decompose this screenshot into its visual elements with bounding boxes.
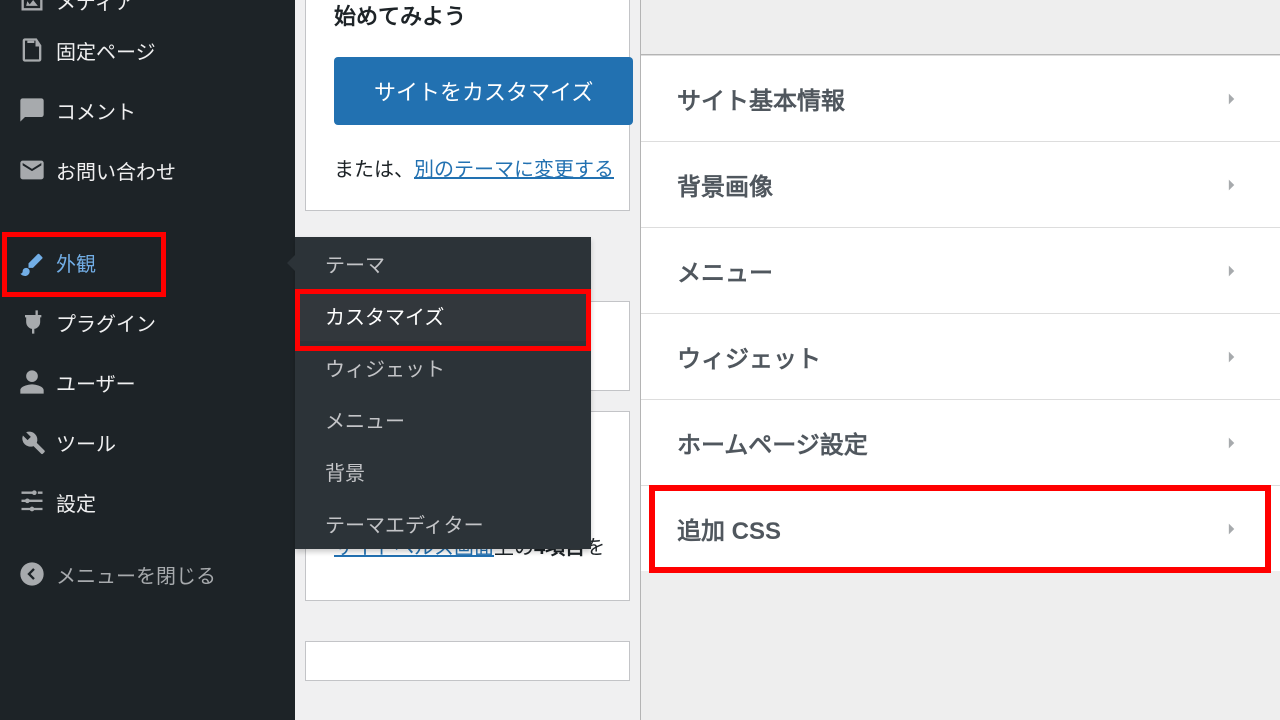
customizer-row-label: ホームページ設定 — [677, 425, 868, 460]
submenu-item-customize[interactable]: カスタマイズ — [295, 289, 591, 341]
media-icon — [18, 0, 56, 14]
customizer-row-homepage-settings[interactable]: ホームページ設定 — [641, 399, 1280, 485]
sidebar-item-media[interactable]: メディア — [0, 0, 295, 20]
plugin-icon — [18, 308, 56, 336]
page-icon — [18, 36, 56, 64]
welcome-heading: 始めてみよう — [334, 0, 601, 31]
appearance-submenu: テーマ カスタマイズ ウィジェット メニュー 背景 テーマエディター — [295, 237, 591, 549]
customizer-row-background-image[interactable]: 背景画像 — [641, 141, 1280, 227]
sidebar-item-label: 外観 — [56, 248, 96, 277]
customizer-header-spacer — [641, 0, 1280, 55]
submenu-item-widgets[interactable]: ウィジェット — [295, 341, 591, 393]
customize-site-button[interactable]: サイトをカスタマイズ — [334, 57, 633, 125]
sidebar-item-tools[interactable]: ツール — [0, 412, 295, 472]
submenu-label: ウィジェット — [325, 353, 445, 382]
sidebar-collapse-label: メニューを閉じる — [56, 560, 216, 589]
sidebar-item-label: プラグイン — [56, 308, 156, 337]
submenu-item-theme-editor[interactable]: テーマエディター — [295, 497, 591, 549]
chevron-right-icon — [1218, 86, 1244, 112]
chevron-right-icon — [1218, 344, 1244, 370]
change-theme-link[interactable]: 別のテーマに変更する — [414, 159, 614, 181]
or-prefix: または、 — [334, 159, 414, 181]
customizer-row-label: 追加 CSS — [677, 511, 781, 546]
sliders-icon — [18, 488, 56, 516]
submenu-item-themes[interactable]: テーマ — [295, 237, 591, 289]
sidebar-item-label: ユーザー — [56, 368, 136, 397]
sidebar-collapse-button[interactable]: メニューを閉じる — [0, 544, 295, 604]
extra-panel — [305, 641, 630, 681]
customizer-row-menus[interactable]: メニュー — [641, 227, 1280, 313]
wrench-icon — [18, 428, 56, 456]
sidebar-item-label: 固定ページ — [56, 36, 156, 65]
admin-sidebar: メディア 固定ページ コメント お問い合わせ 外観 プラグイン ユーザー ツール… — [0, 0, 295, 720]
customizer-row-widgets[interactable]: ウィジェット — [641, 313, 1280, 399]
sidebar-item-label: コメント — [56, 96, 136, 125]
submenu-label: テーマエディター — [325, 509, 484, 538]
customizer-row-label: メニュー — [677, 253, 773, 288]
submenu-label: 背景 — [325, 457, 365, 486]
chevron-right-icon — [1218, 516, 1244, 542]
submenu-item-menus[interactable]: メニュー — [295, 393, 591, 445]
submenu-label: テーマ — [325, 249, 385, 278]
chevron-right-icon — [1218, 258, 1244, 284]
sidebar-item-settings[interactable]: 設定 — [0, 472, 295, 532]
customizer-row-site-identity[interactable]: サイト基本情報 — [641, 55, 1280, 141]
collapse-icon — [18, 560, 56, 588]
sidebar-item-contact[interactable]: お問い合わせ — [0, 140, 295, 200]
sidebar-item-label: お問い合わせ — [56, 156, 176, 185]
sidebar-item-plugins[interactable]: プラグイン — [0, 292, 295, 352]
welcome-or-line: または、別のテーマに変更する — [334, 153, 601, 182]
sidebar-item-label: 設定 — [56, 488, 96, 517]
mail-icon — [18, 156, 56, 184]
customizer-row-label: 背景画像 — [677, 167, 773, 202]
sidebar-item-appearance[interactable]: 外観 — [0, 232, 295, 292]
sidebar-item-pages[interactable]: 固定ページ — [0, 20, 295, 80]
chevron-right-icon — [1218, 172, 1244, 198]
customizer-row-additional-css[interactable]: 追加 CSS — [641, 485, 1280, 571]
sidebar-item-comments[interactable]: コメント — [0, 80, 295, 140]
customizer-row-label: ウィジェット — [677, 339, 821, 374]
chevron-right-icon — [1218, 430, 1244, 456]
comment-icon — [18, 96, 56, 124]
submenu-label: メニュー — [325, 405, 405, 434]
user-icon — [18, 368, 56, 396]
sidebar-item-users[interactable]: ユーザー — [0, 352, 295, 412]
sidebar-item-label: ツール — [56, 428, 116, 457]
sidebar-item-label: メディア — [56, 0, 135, 15]
welcome-panel: 始めてみよう サイトをカスタマイズ または、別のテーマに変更する — [305, 0, 630, 211]
brush-icon — [18, 248, 56, 276]
submenu-item-background[interactable]: 背景 — [295, 445, 591, 497]
customizer-row-label: サイト基本情報 — [677, 81, 845, 116]
customizer-panel: サイト基本情報 背景画像 メニュー ウィジェット ホームページ設定 追加 CSS — [640, 0, 1280, 720]
submenu-label: カスタマイズ — [325, 301, 444, 330]
